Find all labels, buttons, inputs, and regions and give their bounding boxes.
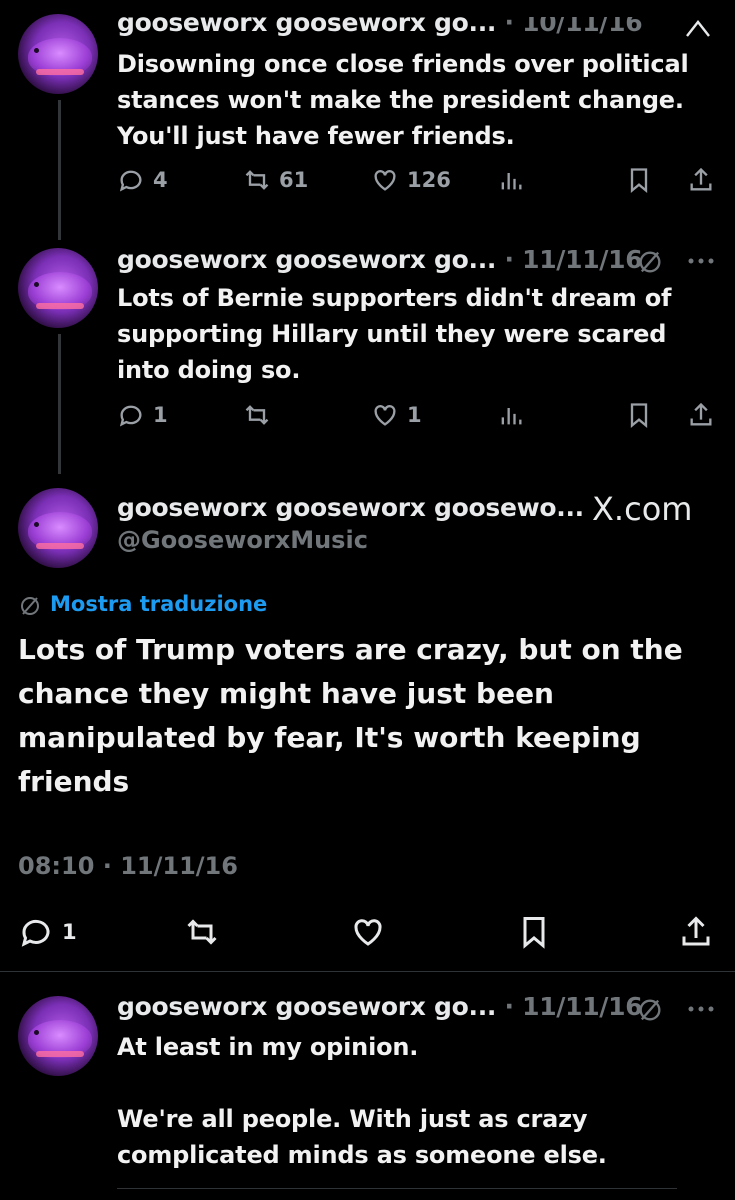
heart-icon — [374, 405, 396, 426]
tweet-actions: 1 1 — [117, 401, 717, 435]
views-icon — [501, 408, 522, 425]
repost-button[interactable]: 61 — [243, 166, 308, 194]
translate-link[interactable]: Mostra traduzione — [50, 592, 267, 616]
tweet-date[interactable]: · 11/11/16 — [505, 245, 643, 274]
author-name[interactable]: gooseworx gooseworx go... — [117, 992, 496, 1021]
translate-icon[interactable] — [18, 594, 42, 618]
like-button[interactable]: 126 — [371, 166, 451, 194]
tweet-date[interactable]: · 11/11/16 — [505, 992, 643, 1021]
main-tweet-line: Lots of Trump voters are crazy, but on t… — [18, 633, 683, 666]
repost-icon — [187, 919, 217, 945]
avatar[interactable] — [18, 488, 98, 568]
share-button[interactable] — [678, 914, 714, 950]
reply-button[interactable]: 1 — [18, 914, 77, 950]
avatar[interactable] — [18, 14, 98, 94]
reply-text-line: At least in my opinion. — [117, 1033, 419, 1061]
main-timestamp[interactable]: 08:10 · 11/11/16 — [18, 852, 238, 880]
main-tweet-line: manipulated by fear, It's worth keeping — [18, 721, 641, 754]
reply-icon — [119, 405, 142, 427]
like-count: 1 — [407, 403, 422, 427]
avatar[interactable] — [18, 248, 98, 328]
tweet-actions: 4 61 126 — [117, 166, 717, 200]
tweet-text: Disowning once close friends over politi… — [117, 50, 689, 150]
bookmark-button[interactable] — [625, 401, 653, 429]
reply-button[interactable]: 4 — [117, 166, 168, 194]
repost-button[interactable] — [184, 914, 220, 950]
heart-icon — [374, 170, 396, 191]
tweet-author-line: gooseworx gooseworx go... · 11/11/16 — [117, 992, 643, 1021]
more-icon[interactable] — [686, 1004, 716, 1014]
more-icon[interactable] — [686, 256, 716, 266]
author-name[interactable]: gooseworx gooseworx go... — [117, 17, 496, 37]
tweet-text: Lots of Bernie supporters didn't dream o… — [117, 284, 672, 384]
reply-count: 1 — [153, 403, 168, 427]
translate-icon[interactable] — [636, 996, 664, 1024]
views-button[interactable] — [497, 401, 525, 429]
reply-count: 1 — [62, 920, 77, 944]
translate-icon[interactable] — [636, 248, 664, 276]
views-button[interactable] — [497, 166, 525, 194]
main-tweet-line: chance they might have just been — [18, 677, 554, 710]
main-actions: 1 — [18, 914, 718, 954]
reply-icon — [21, 919, 50, 947]
bookmark-icon — [523, 917, 545, 949]
reply-text-line: We're all people. With just as crazy — [117, 1105, 588, 1133]
share-button[interactable] — [687, 166, 715, 194]
bookmark-button[interactable] — [625, 166, 653, 194]
close-icon[interactable] — [683, 16, 713, 38]
thread-line — [58, 334, 61, 474]
divider — [0, 971, 735, 972]
bookmark-icon — [630, 403, 648, 428]
x-watermark: X.com — [592, 490, 693, 528]
bookmark-button[interactable] — [516, 914, 552, 950]
like-count: 126 — [407, 168, 451, 192]
repost-icon — [245, 170, 269, 190]
like-button[interactable] — [350, 914, 386, 950]
share-icon — [690, 167, 712, 191]
author-name[interactable]: gooseworx gooseworx go... — [117, 245, 496, 274]
repost-count: 61 — [279, 168, 309, 192]
reply-button[interactable]: 1 — [117, 401, 168, 429]
main-handle[interactable]: @GooseworxMusic — [117, 526, 368, 554]
repost-button[interactable] — [243, 401, 279, 429]
share-button[interactable] — [687, 401, 715, 429]
reply-icon — [119, 170, 142, 192]
bookmark-icon — [630, 168, 648, 193]
tweet-author-line: gooseworx gooseworx go... · 11/11/16 — [117, 245, 643, 274]
repost-icon — [245, 405, 269, 425]
avatar[interactable] — [18, 996, 98, 1076]
heart-icon — [354, 919, 382, 946]
main-author-name[interactable]: gooseworx gooseworx goosewo... — [117, 493, 584, 522]
reply-count: 4 — [153, 168, 168, 192]
tweet-date[interactable]: · 10/11/16 — [505, 17, 643, 37]
share-icon — [690, 402, 712, 426]
views-icon — [501, 173, 522, 190]
reply-text-line: complicated minds as someone else. — [117, 1141, 607, 1169]
thread-line — [58, 100, 61, 240]
thread-line-partial — [117, 1188, 677, 1189]
like-button[interactable]: 1 — [371, 401, 422, 429]
main-tweet-text: Lots of Trump voters are crazy, but on t… — [18, 628, 718, 804]
tweet-author-line: gooseworx gooseworx go... · 10/11/16 — [117, 17, 643, 37]
share-icon — [682, 916, 710, 946]
main-tweet-line: friends — [18, 765, 130, 798]
